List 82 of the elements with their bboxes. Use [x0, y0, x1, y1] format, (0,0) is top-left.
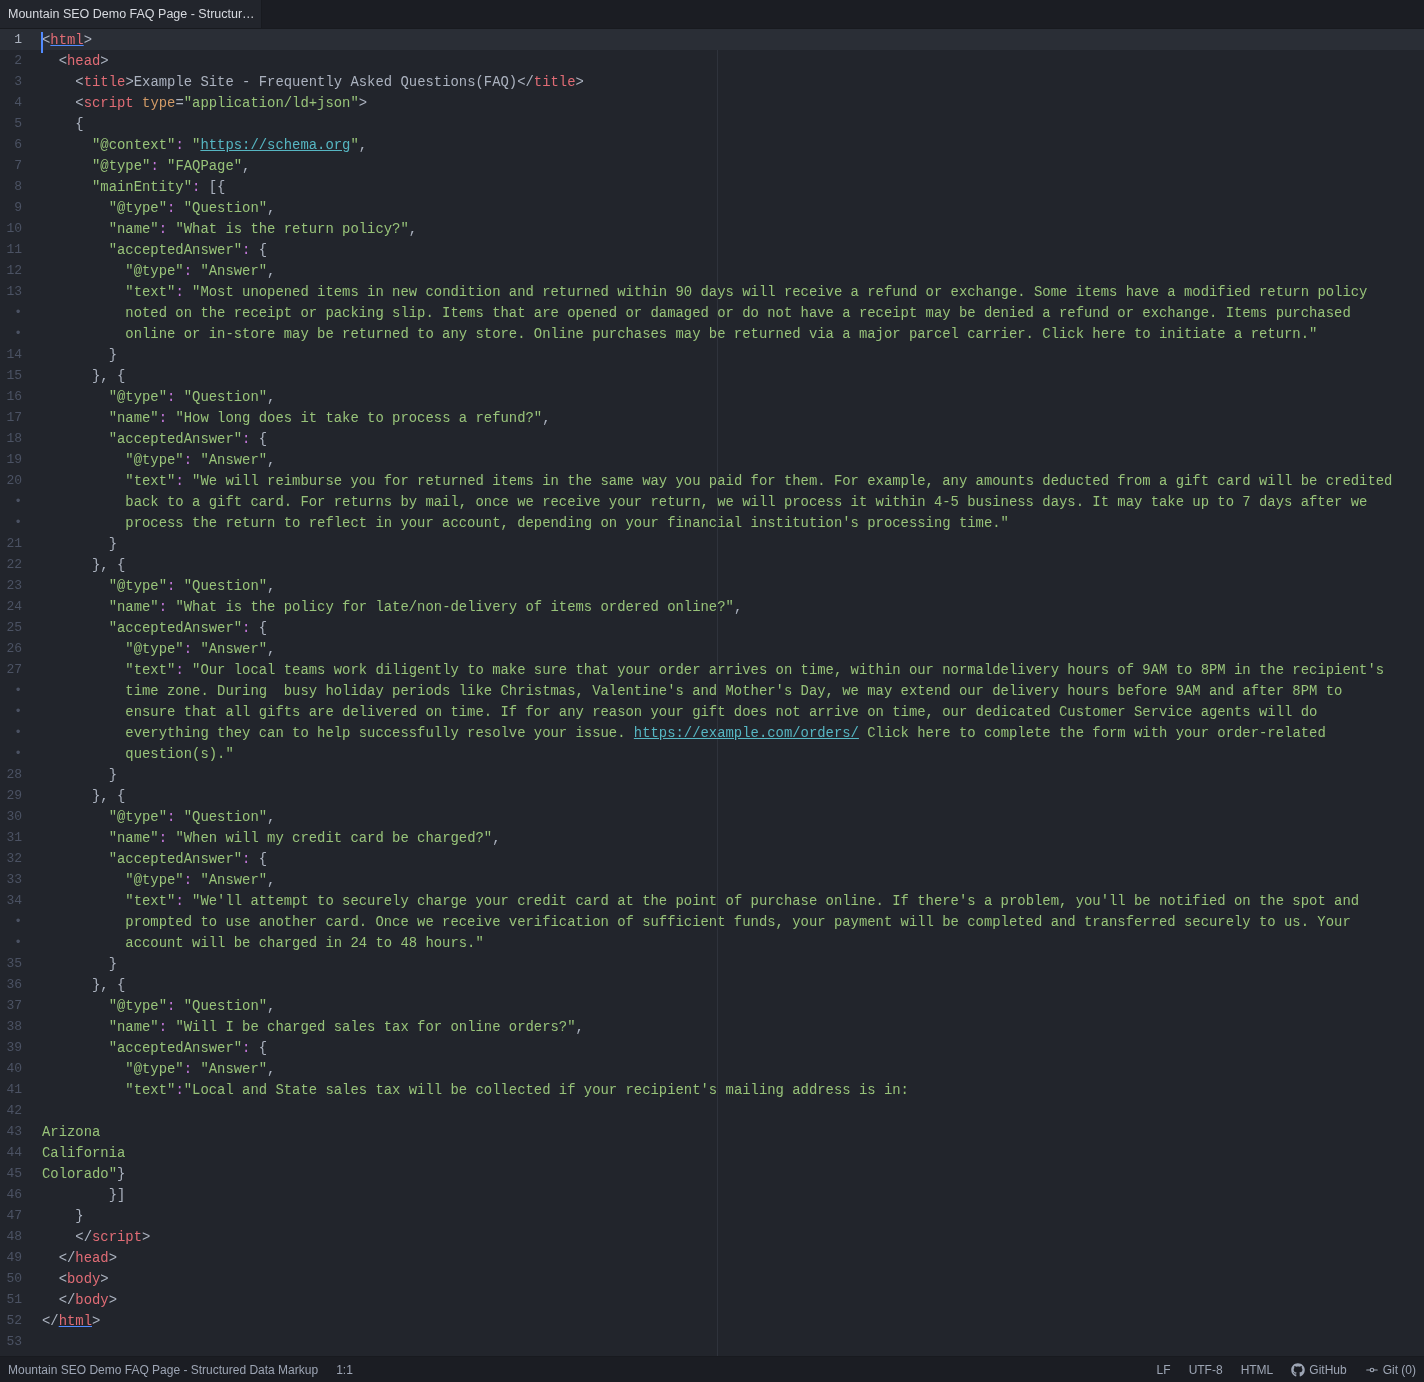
code-line: <body> [58, 1270, 109, 1287]
code-line: }, { [92, 787, 126, 804]
file-path[interactable]: Mountain SEO Demo FAQ Page - Structured Data Markup [8, 1362, 319, 1377]
code-line: "text": "Most unopened items in new condition and returned within 90 days will receive a refund or exchange. Some items have a modified return policy [125, 283, 1368, 300]
code-line: "@type": "Answer", [125, 640, 276, 657]
code-line: process the return to reflect in your account, depending on your financial institution's processing time." [125, 514, 1009, 531]
line-number: • [14, 704, 22, 719]
code-line: "@type": "Question", [108, 997, 276, 1014]
code-line: "acceptedAnswer": { [108, 850, 268, 867]
status-item[interactable]: HTML [1240, 1362, 1274, 1377]
code-line: "@type": "Question", [108, 808, 276, 825]
code-line: </body> [58, 1291, 118, 1308]
git-button[interactable]: Git (0) [1364, 1362, 1416, 1377]
code-line: "@type": "FAQPage", [92, 157, 251, 174]
code-line: } [108, 346, 118, 363]
code-line: <html> [42, 31, 93, 48]
text-cursor [41, 31, 43, 53]
code-line: Arizona [42, 1123, 101, 1140]
code-line: </head> [58, 1249, 118, 1266]
line-number: 1 [14, 32, 22, 47]
code-line: <title>Example Site - Frequently Asked Questions(FAQ)</title> [75, 73, 584, 90]
code-line: "acceptedAnswer": { [108, 241, 268, 258]
code-line: "text":"Local and State sales tax will be collected if your recipient's mailing address is in: [125, 1081, 909, 1098]
code-line: online or in-store may be returned to any store. Online purchases may be returned via a major parcel carrier. Click here to initiate a return." [125, 325, 1318, 342]
code-line: }, { [92, 556, 126, 573]
line-number: • [14, 935, 22, 950]
code-line: back to a gift card. For returns by mail, once we receive your return, we will process it within 4-5 business days. It may take up to 7 days after we [125, 493, 1368, 510]
code-line: noted on the receipt or packing slip. Items that are opened or damaged or do not have a receipt may be denied a refund or exchange. Items purchased [125, 304, 1351, 321]
code-line: "@type": "Answer", [125, 451, 276, 468]
code-line: "mainEntity": [{ [92, 178, 226, 195]
code-line: } [108, 535, 118, 552]
line-number: • [14, 305, 22, 320]
code-line: </html> [42, 1312, 101, 1329]
status-item[interactable]: UTF-8 [1188, 1362, 1223, 1377]
code-line: "name": "When will my credit card be charged?", [108, 829, 501, 846]
code-line: "name": "Will I be charged sales tax for online orders?", [108, 1018, 584, 1035]
line-number: • [14, 746, 22, 761]
code-line: </script> [75, 1228, 151, 1245]
code-line: } [108, 955, 118, 972]
code-line: "@type": "Answer", [125, 1060, 276, 1077]
status-item[interactable]: LF [1156, 1362, 1171, 1377]
code-line: <head> [58, 52, 109, 69]
code-line: "@type": "Question", [108, 388, 276, 405]
code-line: question(s)." [125, 745, 234, 762]
line-number: • [14, 515, 22, 530]
code-line: everything they can to help successfully resolve your issue. https://example.com/orders/ Click here to complete the form with your order-related [125, 724, 1326, 741]
code-line: Colorado"} [42, 1165, 126, 1182]
code-line: "@context": "https://schema.org", [92, 136, 368, 153]
cursor-position[interactable]: 1:1 [336, 1362, 353, 1377]
code-line: }, { [92, 976, 126, 993]
line-number: • [14, 914, 22, 929]
code-line: California [42, 1144, 126, 1161]
code-line: }, { [92, 367, 126, 384]
code-line: "name": "What is the policy for late/non-delivery of items ordered online?", [108, 598, 743, 615]
code-line: ensure that all gifts are delivered on time. If for any reason your gift does not arrive on time, our dedicated Customer Service agents will do [125, 703, 1318, 720]
code-line: "@type": "Question", [108, 577, 276, 594]
file-tab[interactable]: Mountain SEO Demo FAQ Page - Structur… [0, 0, 262, 28]
code-line: "@type": "Answer", [125, 262, 276, 279]
code-line: { [75, 115, 84, 132]
github-icon [1291, 1362, 1306, 1377]
code-line: "text": "We will reimburse you for returned items in the same way you paid for them. For example, any amounts deducted from a gift card will be credited [125, 472, 1393, 489]
code-line: time zone. During busy holiday periods like Christmas, Valentine's and Mother's Day, we may extend our delivery hours before 9AM and after 8PM to [125, 682, 1343, 699]
code-line: account will be charged in 24 to 48 hours." [125, 934, 484, 951]
code-line: "@type": "Answer", [125, 871, 276, 888]
code-line: } [75, 1207, 84, 1224]
code-line: <script type="application/ld+json"> [75, 94, 368, 111]
code-line: "@type": "Question", [108, 199, 276, 216]
code-line: "name": "How long does it take to process a refund?", [108, 409, 551, 426]
code-line: } [108, 766, 118, 783]
line-number: • [14, 326, 22, 341]
code-line: "acceptedAnswer": { [108, 1039, 268, 1056]
code-line: "acceptedAnswer": { [108, 619, 268, 636]
code-line: prompted to use another card. Once we receive verification of sufficient funds, your payment will be completed and transferred securely to us. Your [125, 913, 1351, 930]
code-line: "text": "We'll attempt to securely charge your credit card at the point of purchase online. If there's a problem, you'll be notified on the spot and [125, 892, 1360, 909]
code-line: }] [108, 1186, 126, 1203]
line-number: • [14, 494, 22, 509]
code-line: "text": "Our local teams work diligently to make sure that your order arrives on time, within our normaldelivery hours of 9AM to 8PM in the recipient's [125, 661, 1385, 678]
line-number: • [14, 725, 22, 740]
github-button[interactable]: GitHub [1291, 1362, 1347, 1377]
code-line: "name": "What is the return policy?", [108, 220, 418, 237]
code-line: "acceptedAnswer": { [108, 430, 268, 447]
line-number: • [14, 683, 22, 698]
